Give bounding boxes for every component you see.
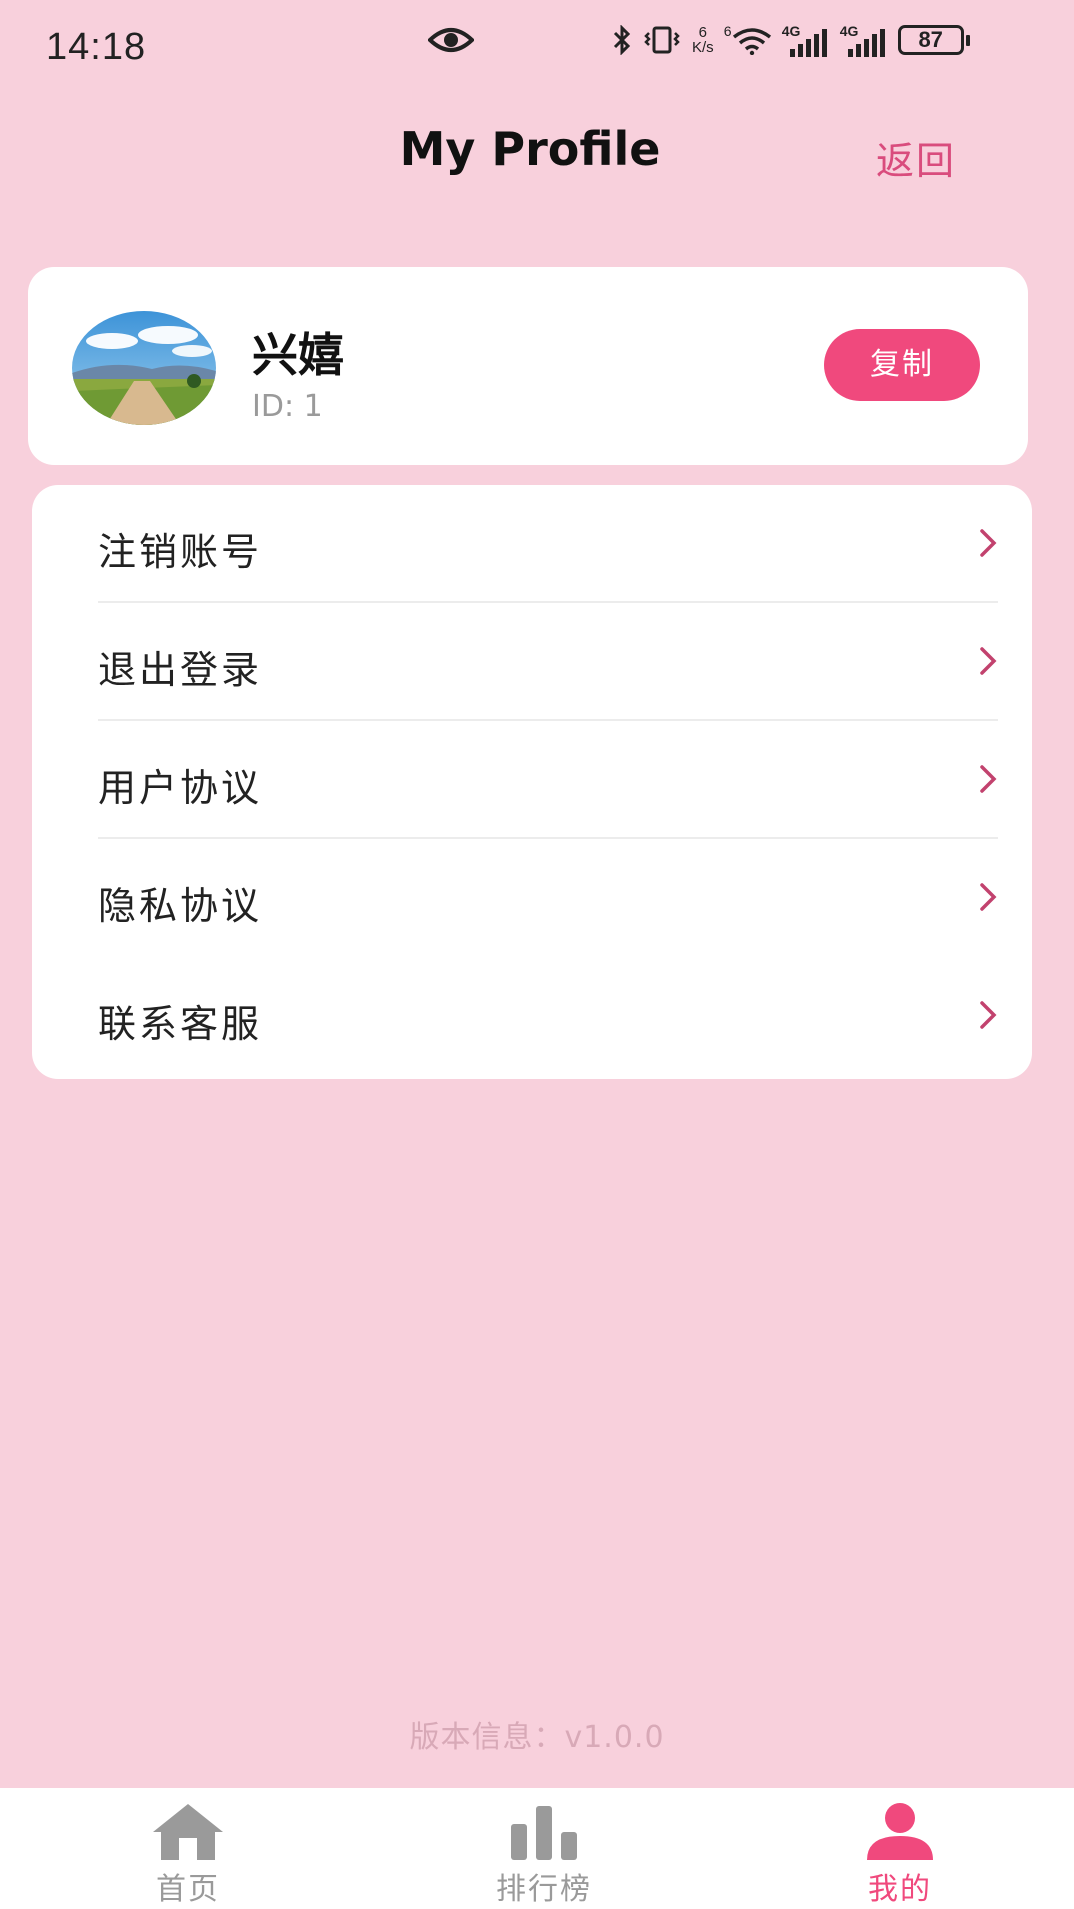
status-icons: 6 K/s 6 4G 4G 87 xyxy=(612,20,970,60)
version-info: 版本信息：v1.0.0 xyxy=(409,1720,665,1755)
home-icon xyxy=(153,1804,223,1860)
signal-icon xyxy=(789,29,827,57)
wifi-icon xyxy=(732,28,771,55)
profile-screen: 14:18 6 K/s 6 4G 4G 87 My Profile 返回 兴嬉 … xyxy=(0,0,1074,1788)
menu-item-deactivate-account[interactable]: 注销账号 xyxy=(32,485,1032,603)
eye-icon xyxy=(428,28,474,52)
user-name: 兴嬉 xyxy=(252,328,344,382)
menu-item-label: 用户协议 xyxy=(98,766,263,810)
menu-item-user-agreement[interactable]: 用户协议 xyxy=(32,721,1032,839)
chevron-right-icon xyxy=(980,647,997,675)
avatar-landscape-image xyxy=(72,311,216,425)
menu-item-logout[interactable]: 退出登录 xyxy=(32,603,1032,721)
tab-home[interactable]: 首页 xyxy=(88,1788,288,1909)
menu-item-privacy-policy[interactable]: 隐私协议 xyxy=(32,839,1032,957)
profile-card: 兴嬉 ID: 1 复制 xyxy=(28,267,1028,465)
vibrate-icon xyxy=(644,26,680,54)
menu-item-label: 联系客服 xyxy=(98,1002,263,1046)
status-bar: 14:18 6 K/s 6 4G 4G 87 xyxy=(0,0,1074,100)
tab-ranking[interactable]: 排行榜 xyxy=(444,1788,644,1909)
battery-icon: 87 xyxy=(897,25,970,55)
chevron-right-icon xyxy=(980,883,997,911)
tab-label: 排行榜 xyxy=(496,1872,592,1907)
chevron-right-icon xyxy=(980,765,997,793)
sim2-indicator: 4G xyxy=(840,23,888,57)
network-speed-unit: K/s xyxy=(692,39,714,56)
menu-item-contact-support[interactable]: 联系客服 xyxy=(32,957,1032,1075)
tab-profile[interactable]: 我的 xyxy=(800,1788,1000,1909)
tab-label: 首页 xyxy=(156,1872,220,1907)
back-button[interactable]: 返回 xyxy=(876,130,956,185)
ranking-icon xyxy=(511,1806,577,1860)
tab-label: 我的 xyxy=(868,1872,932,1907)
user-id: ID: 1 xyxy=(252,389,323,424)
menu-item-label: 退出登录 xyxy=(98,648,263,692)
sim1-indicator: 4G xyxy=(782,23,830,57)
avatar[interactable] xyxy=(72,311,216,425)
bottom-tab-bar: 首页 排行榜 我的 xyxy=(0,1788,1074,1909)
chevron-right-icon xyxy=(980,529,997,557)
settings-menu: 注销账号 退出登录 用户协议 隐私协议 联系客服 xyxy=(32,485,1032,1079)
wifi-badge: 6 xyxy=(723,23,732,39)
bluetooth-icon xyxy=(613,25,631,55)
network-speed: 6 K/s xyxy=(692,25,714,55)
network-speed-value: 6 xyxy=(698,24,708,41)
profile-icon xyxy=(867,1803,933,1860)
wifi-indicator: 6 xyxy=(724,23,772,57)
menu-item-label: 注销账号 xyxy=(98,530,263,574)
signal-icon xyxy=(847,29,885,57)
menu-item-label: 隐私协议 xyxy=(98,884,263,928)
copy-id-button[interactable]: 复制 xyxy=(824,329,980,401)
status-time: 14:18 xyxy=(46,26,147,68)
chevron-right-icon xyxy=(980,1001,997,1029)
